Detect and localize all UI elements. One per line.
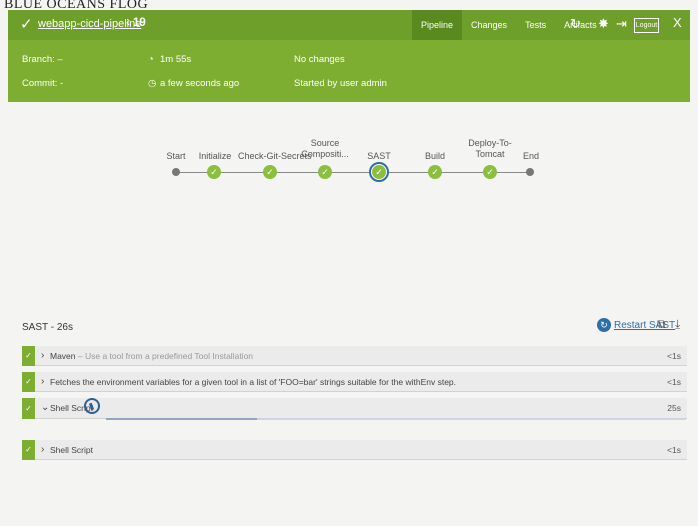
check-icon: ✓: [372, 165, 386, 179]
stage-node-end: [526, 168, 534, 176]
commit-label: Commit: -: [22, 78, 64, 89]
chevron-down-icon[interactable]: ⌄: [41, 402, 49, 413]
gear-icon[interactable]: ✸: [598, 16, 609, 32]
stage-detail-title: SAST - 26s: [22, 322, 73, 333]
changes-value: No changes: [294, 54, 345, 65]
pipeline-connector-line: [176, 172, 530, 173]
stage-label-start: Start: [166, 151, 186, 161]
tab-pipeline[interactable]: Pipeline: [412, 10, 463, 40]
open-external-icon[interactable]: ⧉: [657, 317, 666, 332]
stage-node-initialize[interactable]: ✓: [207, 165, 221, 179]
progress-fill: [106, 418, 257, 420]
step-duration: 25s: [667, 403, 681, 413]
exit-icon[interactable]: ⇥: [616, 16, 627, 32]
stage-label-source-composition: Source Compositi...: [301, 138, 349, 159]
started-by-value: Started by user admin: [294, 78, 387, 89]
step-row[interactable]: ✓ › Fetches the environment variables fo…: [22, 372, 687, 392]
stage-label-check-git-secrets: Check-Git-Secrets: [238, 151, 312, 161]
mouse-cursor-icon: [84, 398, 100, 414]
logout-button[interactable]: Logout: [634, 18, 659, 33]
stage-label-build: Build: [424, 151, 445, 161]
close-button[interactable]: X: [673, 15, 682, 30]
stage-label-deploy-to-tomcat: Deploy-To-Tomcat: [468, 138, 512, 159]
check-icon: ✓: [22, 346, 35, 366]
tab-tests[interactable]: Tests: [516, 10, 555, 40]
chevron-right-icon[interactable]: ›: [41, 350, 44, 361]
stage-node-source-composition[interactable]: ✓: [318, 165, 332, 179]
rerun-icon[interactable]: ↻: [570, 16, 581, 32]
step-duration: <1s: [667, 377, 681, 387]
chevron-right-icon[interactable]: ›: [41, 376, 44, 387]
time-icon: ◷: [148, 78, 157, 89]
stage-label-end: End: [522, 151, 539, 161]
step-duration: <1s: [667, 445, 681, 455]
duration-value: 1m 55s: [160, 54, 192, 65]
stage-label-sast: SAST: [367, 151, 391, 161]
tab-changes[interactable]: Changes: [462, 10, 516, 40]
clock-icon: ◔: [148, 54, 154, 65]
step-label: Fetches the environment variables for a …: [50, 377, 457, 387]
restart-icon[interactable]: ↻: [597, 318, 611, 332]
run-header-bar: ✓ webapp-cicd-pipeline ‹ 19 Pipeline Cha…: [8, 10, 690, 40]
step-label: Maven – Use a tool from a predefined Too…: [50, 351, 254, 361]
run-number: ‹ 19: [126, 17, 146, 29]
check-icon: ✓: [22, 398, 35, 419]
chevron-right-icon[interactable]: ›: [41, 444, 44, 455]
step-label: Shell Script: [50, 445, 93, 455]
stage-node-check-git-secrets[interactable]: ✓: [263, 165, 277, 179]
branch-label: Branch: –: [22, 54, 63, 65]
stage-node-start: [172, 168, 180, 176]
step-row-expanded[interactable]: ✓ ⌄ Shell Script 25s: [22, 398, 687, 419]
check-icon: ✓: [20, 16, 33, 33]
step-duration: <1s: [667, 351, 681, 361]
blue-ocean-run-page: BLUE OCEANS FLOG ✓ webapp-cicd-pipeline …: [0, 0, 698, 526]
run-summary-panel: Branch: – Commit: - ◔ 1m 55s ◷ a few sec…: [8, 40, 690, 102]
started-value: a few seconds ago: [160, 78, 240, 89]
check-icon: ✓: [22, 372, 35, 392]
stage-node-build[interactable]: ✓: [428, 165, 442, 179]
step-row[interactable]: ✓ › Shell Script <1s: [22, 440, 687, 460]
step-progress-bar: [106, 418, 686, 420]
stage-node-sast[interactable]: ✓: [369, 162, 389, 182]
check-icon: ✓: [22, 440, 35, 460]
download-icon[interactable]: ⤓: [675, 317, 680, 332]
stage-label-initialize: Initialize: [198, 151, 232, 161]
stage-node-deploy-to-tomcat[interactable]: ✓: [483, 165, 497, 179]
step-row[interactable]: ✓ › Maven – Use a tool from a predefined…: [22, 346, 687, 366]
